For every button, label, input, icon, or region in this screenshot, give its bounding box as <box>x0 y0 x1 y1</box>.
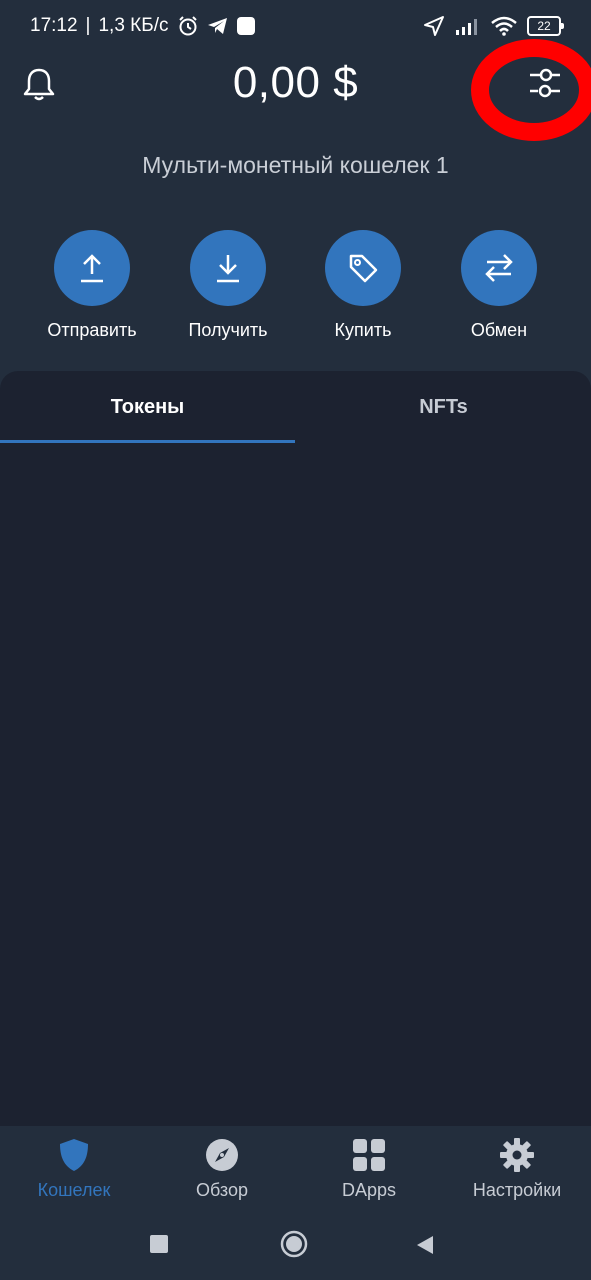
sliders-icon[interactable] <box>528 66 562 100</box>
wallet-name[interactable]: Мульти-монетный кошелек 1 <box>0 152 591 179</box>
nav-settings[interactable]: Настройки <box>443 1136 591 1201</box>
system-navigation <box>0 1212 591 1280</box>
download-icon <box>217 255 239 283</box>
upload-icon <box>81 254 103 283</box>
asset-tabs: Токены NFTs <box>0 371 591 443</box>
status-separator: | <box>85 15 91 36</box>
grid-icon <box>353 1139 385 1171</box>
app-notification-icon <box>236 17 255 35</box>
token-list <box>0 443 591 1126</box>
send-circle[interactable] <box>54 230 130 306</box>
swap-icon <box>485 254 513 282</box>
tab-nfts[interactable]: NFTs <box>296 371 591 443</box>
recents-icon[interactable] <box>149 1234 169 1254</box>
tab-tokens[interactable]: Токены <box>0 371 295 443</box>
nav-dapps[interactable]: DApps <box>295 1136 443 1201</box>
nav-wallet[interactable]: Кошелек <box>0 1136 148 1201</box>
home-icon[interactable] <box>280 1230 308 1258</box>
location-icon <box>424 16 444 36</box>
status-network-speed: 1,3 КБ/с <box>98 15 169 36</box>
action-buttons: Отправить Получить Купить Обмен <box>0 230 591 350</box>
swap-button[interactable]: Обмен <box>439 230 559 341</box>
back-icon[interactable] <box>415 1234 435 1256</box>
nav-explore-label: Обзор <box>196 1180 248 1200</box>
buy-button[interactable]: Купить <box>303 230 423 341</box>
header: 0,00 $ <box>0 39 591 141</box>
buy-label: Купить <box>334 320 392 340</box>
assets-panel: Токены NFTs <box>0 371 591 1126</box>
send-label: Отправить <box>47 320 137 340</box>
shield-icon <box>60 1139 88 1171</box>
status-time: 17:12 <box>30 15 78 36</box>
receive-button[interactable]: Получить <box>168 230 288 341</box>
telegram-icon <box>207 18 227 34</box>
nav-settings-label: Настройки <box>472 1180 562 1200</box>
nav-dapps-label: DApps <box>341 1180 397 1200</box>
status-bar-left: 17:12 | 1,3 КБ/с <box>30 15 255 37</box>
buy-circle[interactable] <box>325 230 401 306</box>
swap-label: Обмен <box>470 320 528 340</box>
alarm-icon <box>178 16 197 36</box>
filter-button[interactable] <box>470 32 591 142</box>
receive-circle[interactable] <box>190 230 266 306</box>
compass-icon <box>206 1139 238 1171</box>
gear-icon <box>500 1138 534 1172</box>
battery-level: 22 <box>537 19 551 33</box>
tag-icon <box>349 254 378 283</box>
send-button[interactable]: Отправить <box>32 230 152 341</box>
swap-circle[interactable] <box>461 230 537 306</box>
nav-wallet-label: Кошелек <box>37 1180 111 1200</box>
nav-explore[interactable]: Обзор <box>148 1136 296 1201</box>
bottom-navigation: Кошелек Обзор DApps Настройки <box>0 1126 591 1212</box>
receive-label: Получить <box>188 320 268 340</box>
